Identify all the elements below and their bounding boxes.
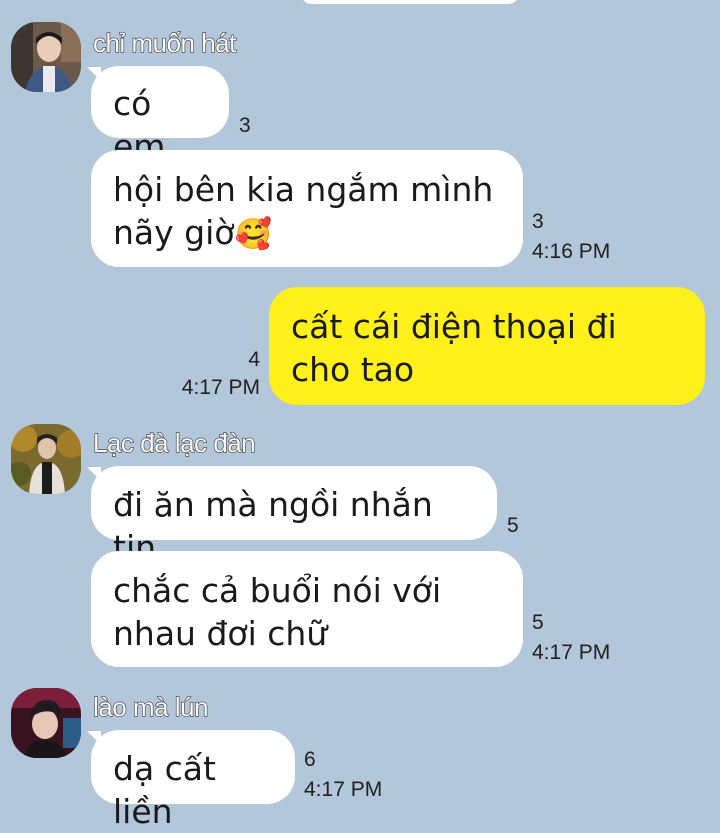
avatar-photo-icon	[11, 22, 81, 92]
unread-count: 3	[532, 210, 544, 233]
unread-count: 5	[507, 514, 519, 537]
avatar-photo-icon	[11, 424, 81, 494]
message-bubble[interactable]: có em	[91, 66, 229, 166]
unread-count: 3	[239, 114, 251, 137]
timestamp: 4:16 PM	[532, 240, 611, 263]
smiling-face-with-hearts-icon: 🥰	[234, 217, 272, 252]
avatar-lao-ma-lun[interactable]	[11, 688, 81, 758]
sender-name: lào mà lún	[92, 691, 209, 722]
timestamp: 4:17 PM	[532, 641, 611, 664]
timestamp: 4:17 PM	[304, 778, 383, 801]
message-bubble[interactable]: chắc cả buổi nói với nhau đơi chữ	[91, 551, 523, 667]
message-bubble[interactable]: đi ăn mà ngồi nhắn tin	[91, 466, 497, 567]
message-text: chắc cả buổi nói với nhau đơi chữ	[113, 571, 442, 653]
message-text: hội bên kia ngắm mình nãy giờ	[113, 170, 494, 252]
message-text: dạ cất liền	[113, 749, 216, 831]
timestamp: 4:17 PM	[181, 376, 260, 399]
unread-count: 4	[248, 348, 260, 371]
sender-name: Lạc đà lạc đàn	[92, 427, 256, 458]
my-message-bubble[interactable]: cất cái điện thoại đi cho tao	[269, 287, 705, 405]
avatar-lac-da-lac-dan[interactable]	[11, 424, 81, 494]
avatar-chi-muon-hat[interactable]	[11, 22, 81, 92]
previous-message-bubble[interactable]	[300, 0, 520, 4]
avatar-photo-icon	[11, 688, 81, 758]
message-text: cất cái điện thoại đi cho tao	[291, 307, 617, 389]
message-bubble[interactable]: hội bên kia ngắm mình nãy giờ🥰	[91, 150, 523, 267]
message-bubble[interactable]: dạ cất liền	[91, 730, 295, 831]
sender-name: chỉ muốn hát	[92, 27, 237, 58]
unread-count: 5	[532, 611, 544, 634]
unread-count: 6	[304, 748, 316, 771]
